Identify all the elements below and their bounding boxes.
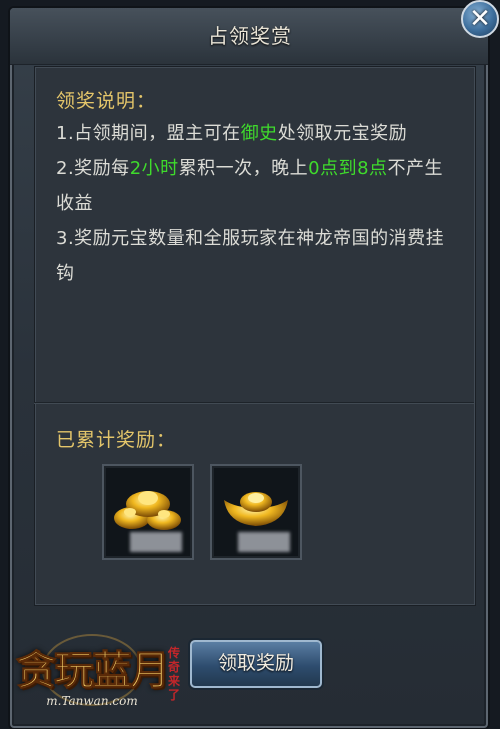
logo-subtitle: 传奇来了 bbox=[168, 646, 181, 702]
dialog-title: 占领奖赏 bbox=[208, 24, 292, 48]
reward-count-blurred: x bbox=[130, 532, 182, 552]
gold-ingot-icon bbox=[224, 492, 288, 526]
instruction-line-3: 3.奖励元宝数量和全服玩家在神龙帝国的消费挂钩 bbox=[56, 228, 445, 284]
reward-count-blurred: x bbox=[238, 532, 290, 552]
divider bbox=[34, 402, 474, 404]
close-icon: ✕ bbox=[469, 4, 491, 34]
close-button[interactable]: ✕ bbox=[461, 0, 499, 38]
instruction-line-2: 2.奖励每2小时累积一次，晚上0点到8点不产生收益 bbox=[56, 158, 444, 214]
rewards-heading: 已累计奖励： bbox=[56, 429, 177, 451]
instruction-line-1: 1.占领期间，盟主可在御史处领取元宝奖励 bbox=[56, 123, 408, 144]
claim-reward-button[interactable]: 领取奖励 bbox=[190, 640, 322, 688]
logo-title: 贪玩蓝月 bbox=[16, 647, 171, 695]
reward-slot-2[interactable]: x bbox=[210, 464, 302, 560]
reward-slot-1[interactable]: x bbox=[102, 464, 194, 560]
logo-url: m.Tanwan.com bbox=[46, 694, 138, 708]
instructions-heading: 领奖说明： bbox=[56, 90, 157, 112]
instructions-text: 1.占领期间，盟主可在御史处领取元宝奖励 2.奖励每2小时累积一次，晚上0点到8… bbox=[56, 116, 456, 291]
gold-ingot-pile-icon bbox=[114, 491, 181, 530]
game-logo: 贪玩蓝月 传奇来了 m.Tanwan.com bbox=[2, 630, 188, 718]
